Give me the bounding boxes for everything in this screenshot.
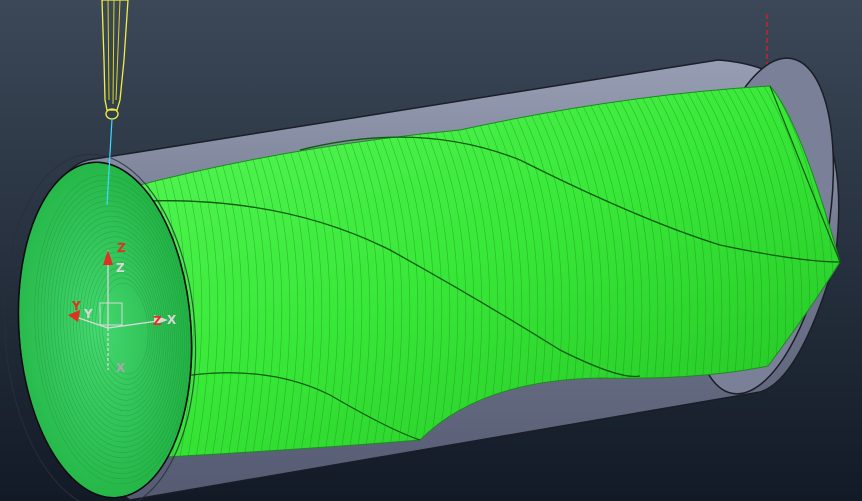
scene-canvas[interactable]: Z Z Y Y Z X X: [0, 0, 862, 501]
triad-label-y: Y: [83, 307, 93, 321]
triad-label-y-red: Y: [71, 299, 81, 313]
triad-label-x-down: X: [116, 361, 126, 375]
cam-3d-viewport[interactable]: Z Z Y Y Z X X: [0, 0, 862, 501]
triad-label-z-side: Z: [153, 314, 162, 328]
triad-label-z-red: Z: [117, 241, 126, 255]
triad-label-z: Z: [116, 261, 125, 275]
triad-label-x: X: [167, 313, 177, 327]
